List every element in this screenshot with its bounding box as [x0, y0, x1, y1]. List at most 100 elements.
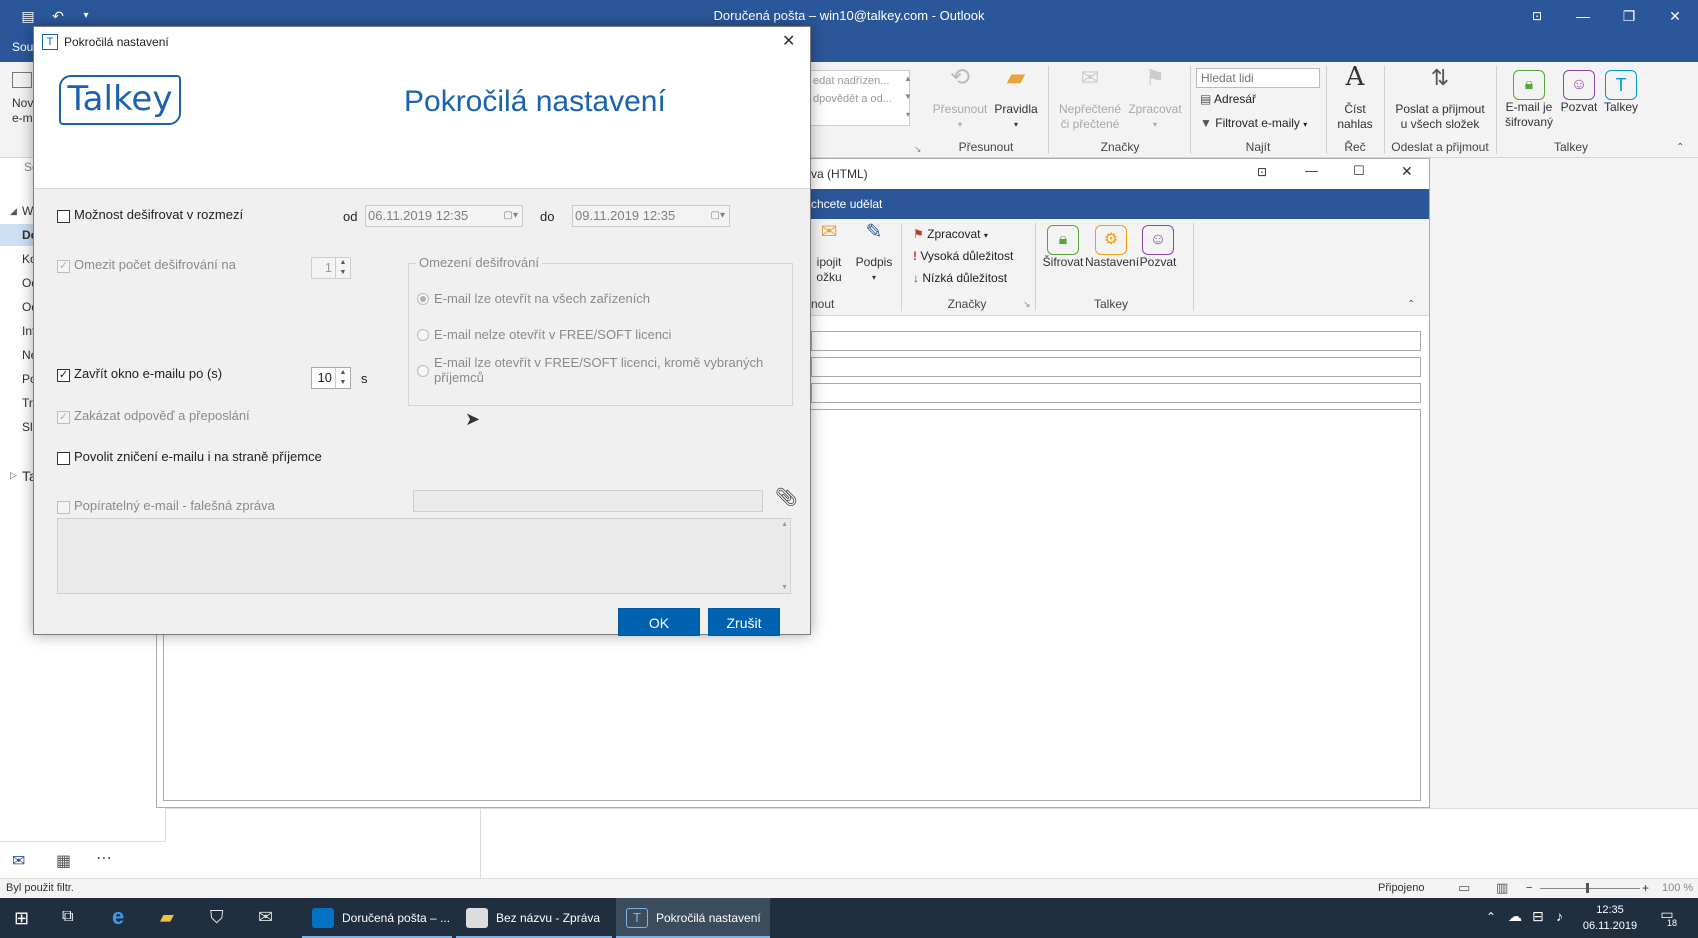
- close-icon[interactable]: ✕: [1652, 0, 1698, 32]
- expand-group-icon[interactable]: ▷: [10, 470, 17, 481]
- window-title: Doručená pošta – win10@talkey.com - Outl…: [713, 8, 985, 23]
- minimize-icon[interactable]: —: [1305, 163, 1318, 178]
- email-encrypted-button[interactable]: 🔒︎ E-mail je šifrovaný: [1500, 70, 1558, 130]
- message-icon: [466, 908, 488, 928]
- collapse-ribbon-icon[interactable]: ⌃: [1676, 142, 1684, 153]
- high-importance-button[interactable]: ! Vysoká důležitost: [913, 249, 1013, 263]
- subject-field[interactable]: [811, 383, 1421, 403]
- taskbar-compose[interactable]: Bez názvu - Zpráva ...: [456, 898, 612, 938]
- minimize-icon[interactable]: —: [1560, 0, 1606, 32]
- tell-me-input[interactable]: chcete udělat: [811, 197, 882, 211]
- exclamation-icon: !: [913, 249, 917, 263]
- signature-button[interactable]: ✎ Podpis ▾: [851, 222, 897, 285]
- from-date-picker[interactable]: 06.11.2019 12:35 ▢▾: [365, 205, 523, 227]
- address-book-button[interactable]: ▤ Adresář: [1200, 92, 1256, 106]
- ribbon-display-options-icon[interactable]: ⊡: [1514, 0, 1560, 32]
- from-label: od: [343, 209, 358, 224]
- radio-not-free[interactable]: [417, 329, 429, 341]
- quick-steps-gallery[interactable]: edat nadřízen... dpovědět a od...: [810, 70, 910, 126]
- move-button[interactable]: ⟲ Přesunout ▾: [930, 66, 990, 132]
- more-icon[interactable]: ⋯: [96, 848, 112, 868]
- low-importance-button[interactable]: ↓ Nízká důležitost: [913, 271, 1007, 285]
- file-explorer-icon[interactable]: ▰: [160, 907, 174, 928]
- ribbon-display-options-icon[interactable]: ⊡: [1257, 165, 1267, 179]
- store-icon[interactable]: ⛉: [210, 907, 224, 928]
- close-after-stepper[interactable]: 10 ▲ ▼: [311, 367, 351, 389]
- task-view-icon[interactable]: ⧉: [62, 908, 73, 926]
- onedrive-icon[interactable]: ☁: [1508, 908, 1522, 925]
- dialog-close-icon[interactable]: ✕: [782, 31, 795, 51]
- quick-step-2[interactable]: dpovědět a od...: [811, 91, 909, 107]
- quick-steps-scroll[interactable]: ▲ ▼ ▾: [900, 70, 916, 126]
- mail-app-icon[interactable]: ✉: [258, 907, 273, 928]
- filter-email-button[interactable]: ▼ Filtrovat e-maily ▾: [1200, 116, 1307, 130]
- dialog-launcher-icon[interactable]: ↘: [1023, 299, 1031, 310]
- expand-account-icon[interactable]: ◢: [10, 206, 17, 217]
- dialog-launcher-icon[interactable]: ↘: [914, 144, 922, 155]
- zoom-out-icon[interactable]: −: [1526, 882, 1532, 894]
- encrypt-button[interactable]: 🔒︎ Šifrovat: [1041, 225, 1085, 270]
- ok-button[interactable]: OK: [618, 608, 700, 636]
- search-people-input[interactable]: [1196, 68, 1320, 88]
- filter-email-label: Filtrovat e-maily: [1215, 116, 1300, 130]
- account-item[interactable]: W: [22, 204, 33, 218]
- to-date-picker[interactable]: 09.11.2019 12:35 ▢▾: [572, 205, 730, 227]
- radio-free-except[interactable]: [417, 365, 429, 377]
- calendar-icon[interactable]: ▦: [56, 851, 71, 871]
- close-icon[interactable]: ✕: [1401, 163, 1413, 180]
- normal-view-icon[interactable]: ▭: [1458, 880, 1470, 896]
- deniable-checkbox[interactable]: [57, 501, 70, 514]
- rules-button[interactable]: ▰ Pravidla ▾: [990, 66, 1042, 132]
- reading-view-icon[interactable]: ▥: [1496, 880, 1508, 896]
- compose-invite-button[interactable]: ☺ Pozvat: [1137, 225, 1179, 270]
- network-icon[interactable]: ⊟: [1532, 908, 1544, 925]
- settings-button[interactable]: ⚙ Nastavení: [1085, 225, 1139, 270]
- stepper-arrows-icon[interactable]: ▲ ▼: [335, 258, 350, 278]
- zoom-slider-thumb[interactable]: [1586, 883, 1589, 893]
- send-receive-all-button[interactable]: ⇅ Poslat a přijmout u všech složek: [1388, 67, 1492, 132]
- unread-read-button[interactable]: ✉ Nepřečtené či přečtené: [1054, 67, 1126, 132]
- invite-button[interactable]: ☺ Pozvat: [1558, 70, 1600, 115]
- zoom-in-icon[interactable]: +: [1642, 881, 1649, 895]
- allow-destroy-checkbox[interactable]: [57, 452, 70, 465]
- limit-count-stepper[interactable]: 1 ▲ ▼: [311, 257, 351, 279]
- deniable-attachment-field[interactable]: [413, 490, 763, 512]
- followup-button[interactable]: ⚑ Zpracovat ▾: [1124, 67, 1186, 132]
- compose-followup-button[interactable]: ⚑ Zpracovat ▾: [913, 227, 988, 241]
- decrypt-range-checkbox[interactable]: [57, 210, 70, 223]
- restore-icon[interactable]: ❐: [1606, 0, 1652, 32]
- zoom-level[interactable]: 100 %: [1662, 882, 1693, 894]
- limit-count-label: Omezit počet dešifrování na: [74, 257, 236, 272]
- clock[interactable]: 12:35 06.11.2019: [1582, 902, 1638, 934]
- taskbar-dialog[interactable]: T Pokročilá nastavení: [616, 898, 770, 938]
- disable-reply-checkbox[interactable]: ✓: [57, 411, 70, 424]
- windows-start-icon[interactable]: ⊞: [14, 908, 29, 929]
- limit-count-checkbox[interactable]: ✓: [57, 260, 70, 273]
- fake-message-textarea[interactable]: ▲ ▼: [57, 518, 791, 594]
- maximize-icon[interactable]: ☐: [1353, 163, 1365, 179]
- stepper-arrows-icon[interactable]: ▲ ▼: [335, 368, 350, 388]
- taskbar-outlook[interactable]: Doručená pošta – ...: [302, 898, 452, 938]
- cancel-button[interactable]: Zrušit: [708, 608, 780, 636]
- attach-item-button[interactable]: ✉ ipojit ožku: [807, 222, 851, 285]
- talkey-button[interactable]: T Talkey: [1600, 70, 1642, 115]
- scroll-down-icon[interactable]: ▼: [781, 584, 788, 591]
- scroll-up-icon[interactable]: ▲: [781, 521, 788, 528]
- zoom-slider[interactable]: [1540, 888, 1640, 889]
- quick-step-1[interactable]: edat nadřízen...: [811, 71, 909, 91]
- chevron-up-icon[interactable]: ⌃: [1486, 910, 1496, 924]
- radio-selected-dot: [420, 296, 426, 302]
- group-separator: [1496, 66, 1497, 154]
- close-after-checkbox[interactable]: ✓: [57, 369, 70, 382]
- volume-icon[interactable]: ♪: [1556, 908, 1563, 924]
- to-field[interactable]: [811, 331, 1421, 351]
- read-aloud-button[interactable]: A Číst nahlas: [1330, 64, 1380, 132]
- edge-icon[interactable]: e: [112, 904, 124, 930]
- mail-icon[interactable]: ✉: [12, 851, 25, 871]
- collapse-ribbon-icon[interactable]: ⌃: [1407, 299, 1415, 310]
- cc-field[interactable]: [811, 357, 1421, 377]
- paperclip-icon[interactable]: 📎︎: [775, 487, 798, 508]
- tab-file[interactable]: Sou: [12, 40, 33, 54]
- clock-time: 12:35: [1596, 904, 1624, 916]
- radio-all-devices[interactable]: [417, 293, 429, 305]
